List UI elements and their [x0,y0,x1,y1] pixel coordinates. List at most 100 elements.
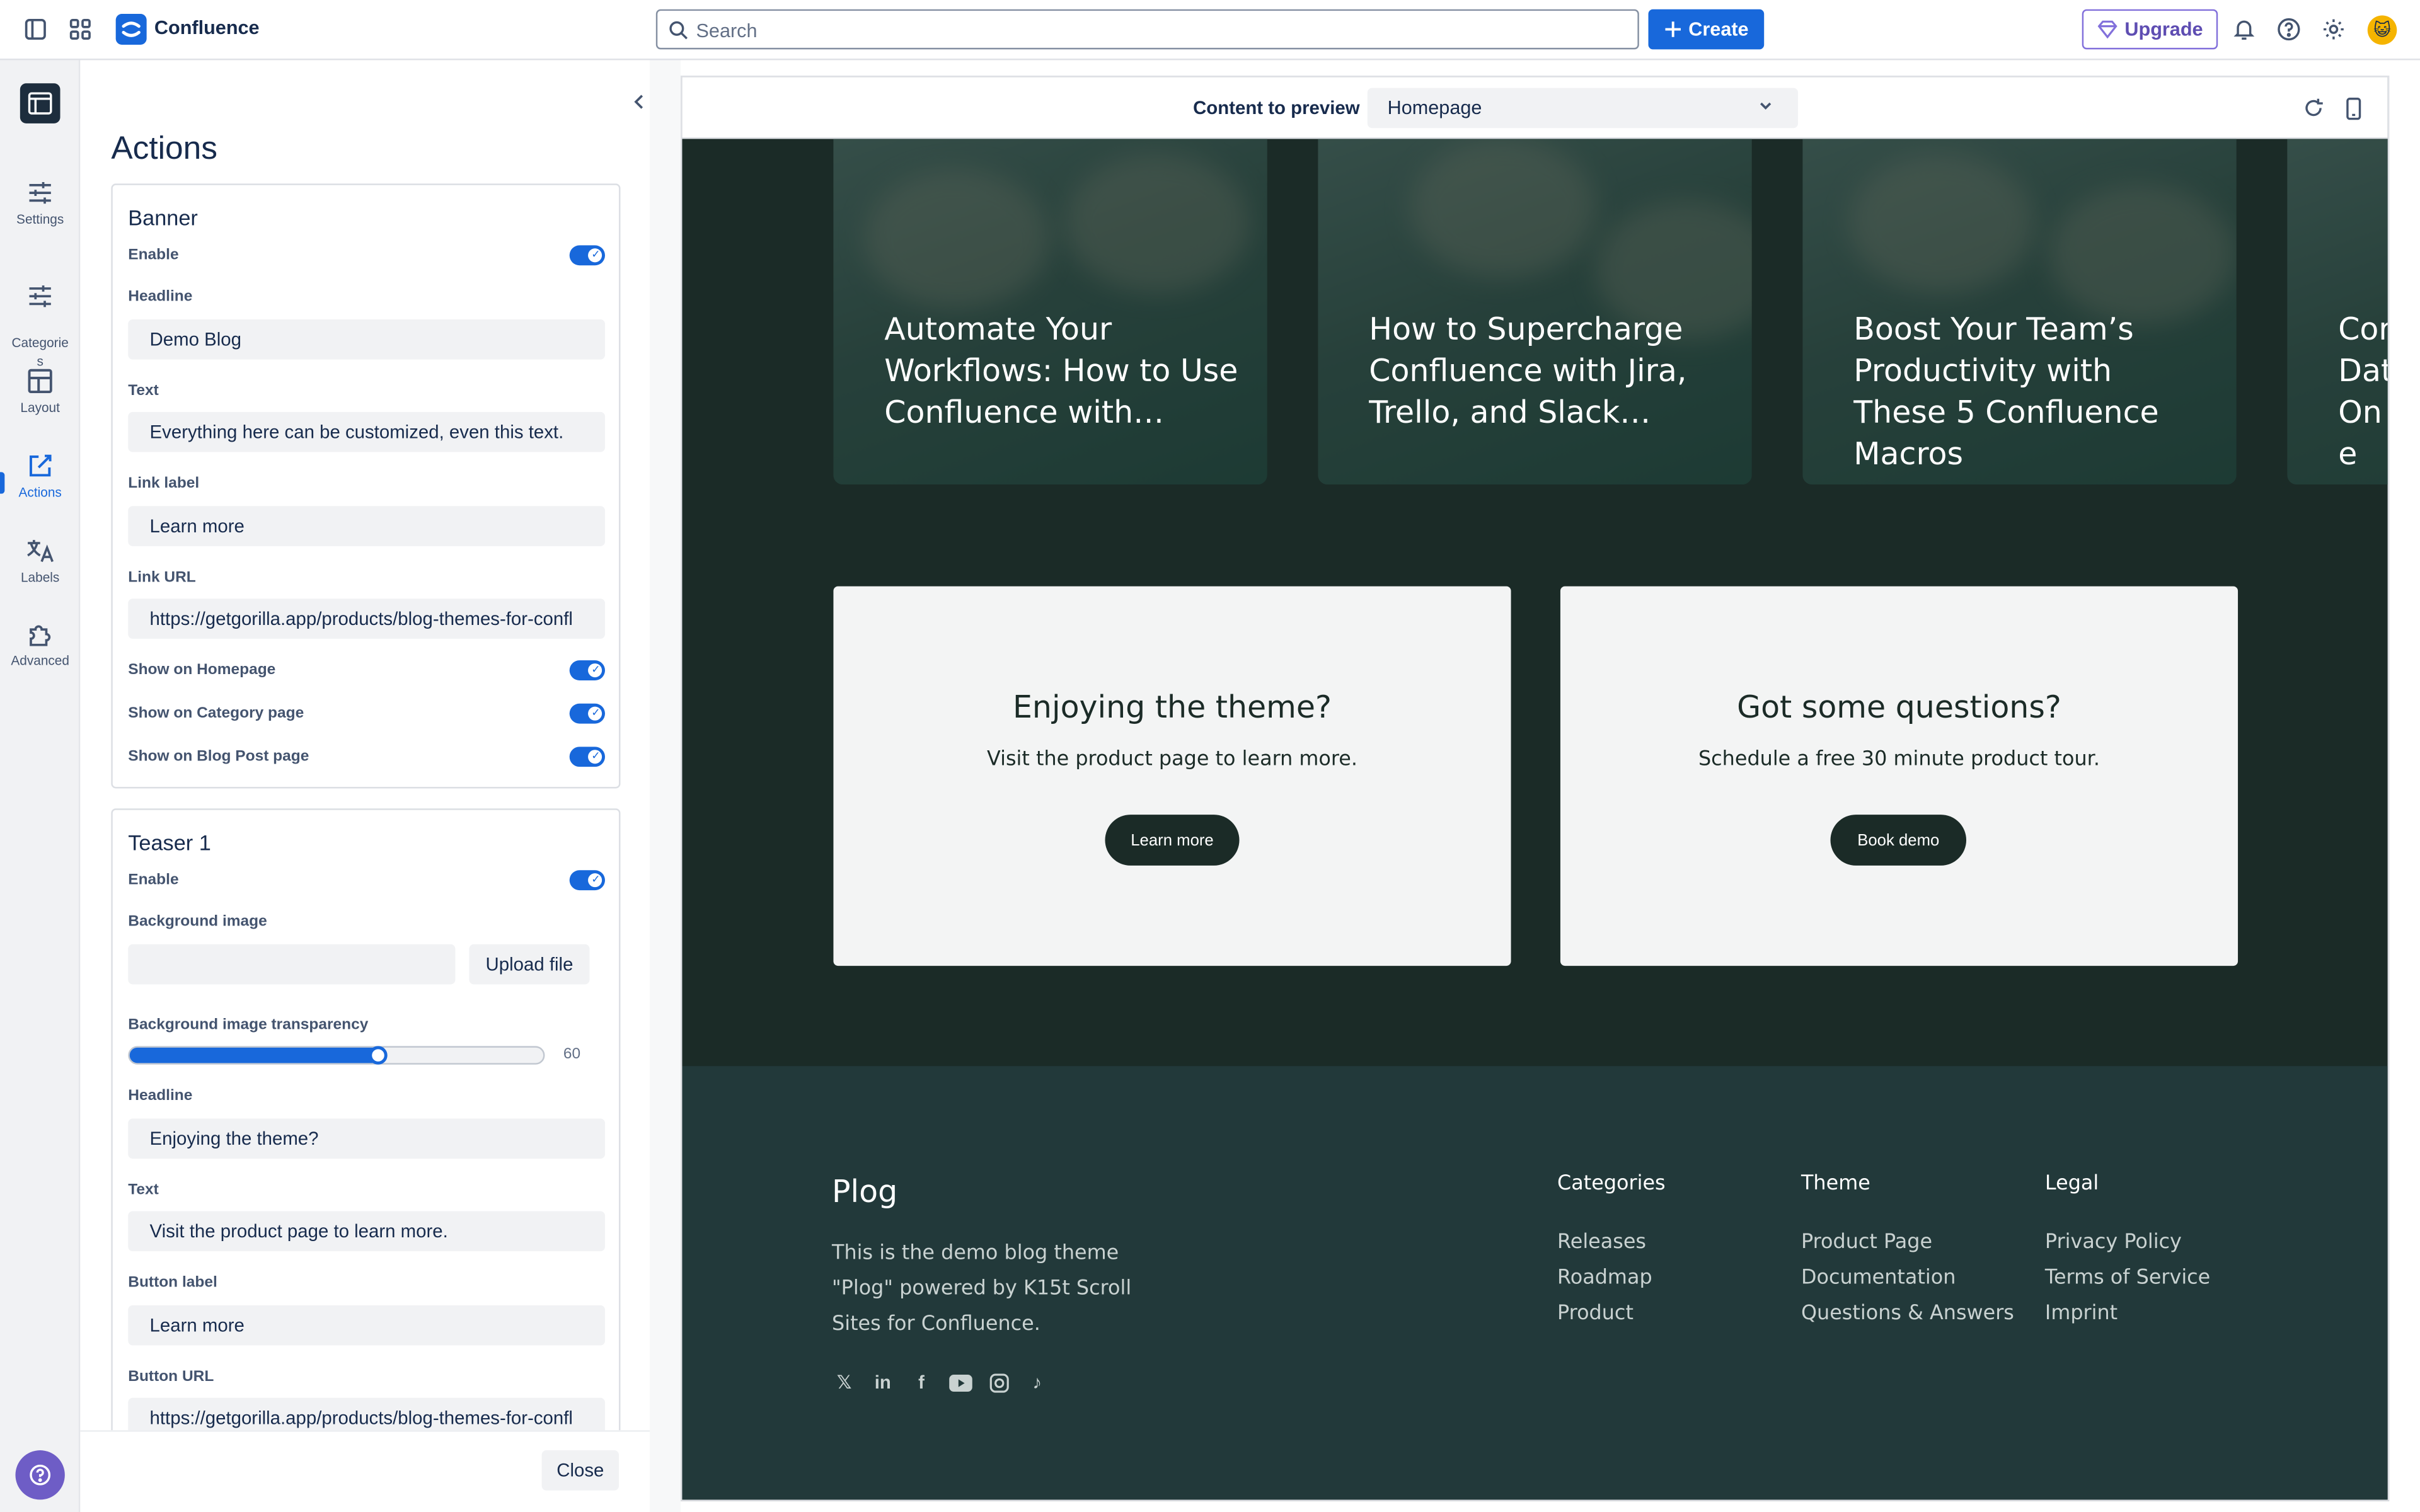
teaser-card: Enjoying the theme? Visit the product pa… [833,586,1511,966]
x-icon[interactable]: 𝕏 [832,1370,856,1395]
footer-description: This is the demo blog theme "Plog" power… [832,1242,1132,1336]
background-image-label: Background image [128,913,267,931]
rail-item-categories[interactable]: Categorie s [0,264,80,370]
teaser-text-field[interactable]: Visit the product page to learn more. [128,1211,606,1252]
panel-gutter [650,60,681,1512]
slider-fill [129,1047,379,1063]
facebook-icon[interactable]: f [909,1370,933,1395]
collapse-panel-chevron-icon[interactable] [631,91,650,112]
headline-label: Headline [128,288,193,306]
footer-link[interactable]: Privacy Policy [2045,1225,2210,1261]
footer-link[interactable]: Product [1557,1296,1666,1331]
link-url-label: Link URL [128,569,196,587]
transparency-value: 60 [563,1046,581,1063]
content-to-preview-select[interactable]: Homepage [1367,88,1799,129]
linkedin-icon[interactable]: in [870,1370,895,1395]
banner-headline-field[interactable]: Demo Blog [128,319,606,360]
create-button[interactable]: Create [1648,9,1765,50]
help-icon[interactable] [2275,15,2303,43]
tiktok-icon[interactable]: ♪ [1025,1370,1049,1395]
teaser-text: Schedule a free 30 minute product tour. [1698,748,2100,772]
footer-link[interactable]: Releases [1557,1225,1666,1261]
upgrade-button[interactable]: Upgrade [2082,9,2218,50]
hero-post-card[interactable]: Cor Dat One [2287,139,2390,484]
show-on-blogpost-label: Show on Blog Post page [128,748,309,765]
learn-more-button[interactable]: Learn more [1105,815,1240,866]
translate-icon [27,540,54,563]
banner-link-label-field[interactable]: Learn more [128,506,606,546]
content-to-preview-value: Homepage [1387,97,1482,119]
rail-item-actions[interactable]: Actions [0,452,80,500]
content-to-preview-label: Content to preview [1193,97,1360,119]
search-placeholder: Search [696,20,758,42]
site-preview: Content to preview Homepage Automate You… [681,76,2390,1501]
close-button[interactable]: Close [541,1450,619,1491]
text-label: Text [128,1181,159,1199]
teaser-enable-label: Enable [128,871,179,889]
teaser-1-card: Teaser 1 Enable ✓ Background image Uploa… [111,808,621,1457]
top-navigation-bar: Confluence Search Create Upgrade 😺 [0,0,2420,60]
footer-column-title: Legal [2044,1172,2099,1196]
hero-post-title: Cor Dat One [2338,310,2390,472]
panel-footer: Close [80,1430,650,1512]
teaser-headline: Got some questions? [1737,688,2061,726]
banner-text-field[interactable]: Everything here can be customized, even … [128,411,606,452]
hero-post-card[interactable]: Automate Your Workflows: How to Use Conf… [833,139,1267,484]
slider-thumb[interactable] [369,1046,388,1065]
rail-label: Labels [20,569,60,585]
scroll-sites-app-icon[interactable] [20,83,60,123]
confluence-logo-icon[interactable] [115,14,147,45]
hero-post-card[interactable]: Boost Your Team’s Productivity with Thes… [1802,139,2237,484]
text-label: Text [128,382,159,400]
show-on-blogpost-toggle[interactable]: ✓ [569,747,606,767]
footer-column-title: Categories [1557,1172,1666,1196]
footer-link[interactable]: Product Page [1801,1225,2014,1261]
button-url-label: Button URL [128,1368,214,1386]
show-on-category-toggle[interactable]: ✓ [569,703,606,724]
teaser-1-title: Teaser 1 [128,830,211,855]
app-name[interactable]: Confluence [154,17,260,38]
help-button[interactable] [15,1450,65,1500]
banner-card: Banner Enable ✓ Headline Demo Blog Text … [111,183,621,789]
teaser-button-label-field[interactable]: Learn more [128,1305,606,1346]
create-label: Create [1688,18,1749,40]
rail-item-settings[interactable]: Settings [0,179,80,227]
rail-item-layout[interactable]: Layout [0,367,80,415]
banner-link-url-field[interactable]: https://getgorilla.app/products/blog-the… [128,598,606,639]
mobile-device-icon[interactable] [2344,97,2363,128]
background-image-field[interactable] [128,944,456,985]
left-nav-rail: Settings Categorie s Layout Actions Labe… [0,60,81,1512]
instagram-icon[interactable] [986,1370,1011,1395]
upgrade-label: Upgrade [2124,18,2203,40]
footer-column-categories: Categories Releases Roadmap Product [1557,1172,1666,1331]
book-demo-button[interactable]: Book demo [1830,815,1967,866]
footer-link[interactable]: Imprint [2045,1296,2210,1331]
settings-gear-icon[interactable] [2320,15,2348,43]
teaser-enable-toggle[interactable]: ✓ [569,870,606,891]
layout-icon [28,369,52,394]
rail-item-labels[interactable]: Labels [0,537,80,585]
notifications-bell-icon[interactable] [2230,15,2258,43]
footer-link[interactable]: Terms of Service [2045,1261,2210,1296]
social-links: 𝕏 in f ♪ [832,1370,1049,1395]
preview-toolbar: Content to preview Homepage [682,77,2388,139]
banner-enable-label: Enable [128,246,179,264]
refresh-icon[interactable] [2303,97,2324,127]
rail-item-advanced[interactable]: Advanced [0,620,80,668]
footer-link[interactable]: Questions & Answers [1801,1296,2014,1331]
user-avatar[interactable]: 😺 [2367,15,2397,45]
footer-link[interactable]: Documentation [1801,1261,2014,1296]
app-switcher-icon[interactable] [66,15,94,43]
hero-post-card[interactable]: How to Supercharge Confluence with Jira,… [1318,139,1752,484]
banner-enable-toggle[interactable]: ✓ [569,245,606,266]
youtube-icon[interactable] [948,1370,972,1395]
upload-file-button[interactable]: Upload file [469,944,590,985]
gem-icon [2097,20,2117,39]
transparency-slider[interactable] [128,1046,545,1065]
footer-link[interactable]: Roadmap [1557,1261,1666,1296]
search-input[interactable]: Search [655,9,1639,50]
rail-label: Advanced [11,652,69,668]
sidebar-toggle-icon[interactable] [21,15,49,43]
show-on-homepage-toggle[interactable]: ✓ [569,660,606,681]
teaser-headline-field[interactable]: Enjoying the theme? [128,1118,606,1159]
